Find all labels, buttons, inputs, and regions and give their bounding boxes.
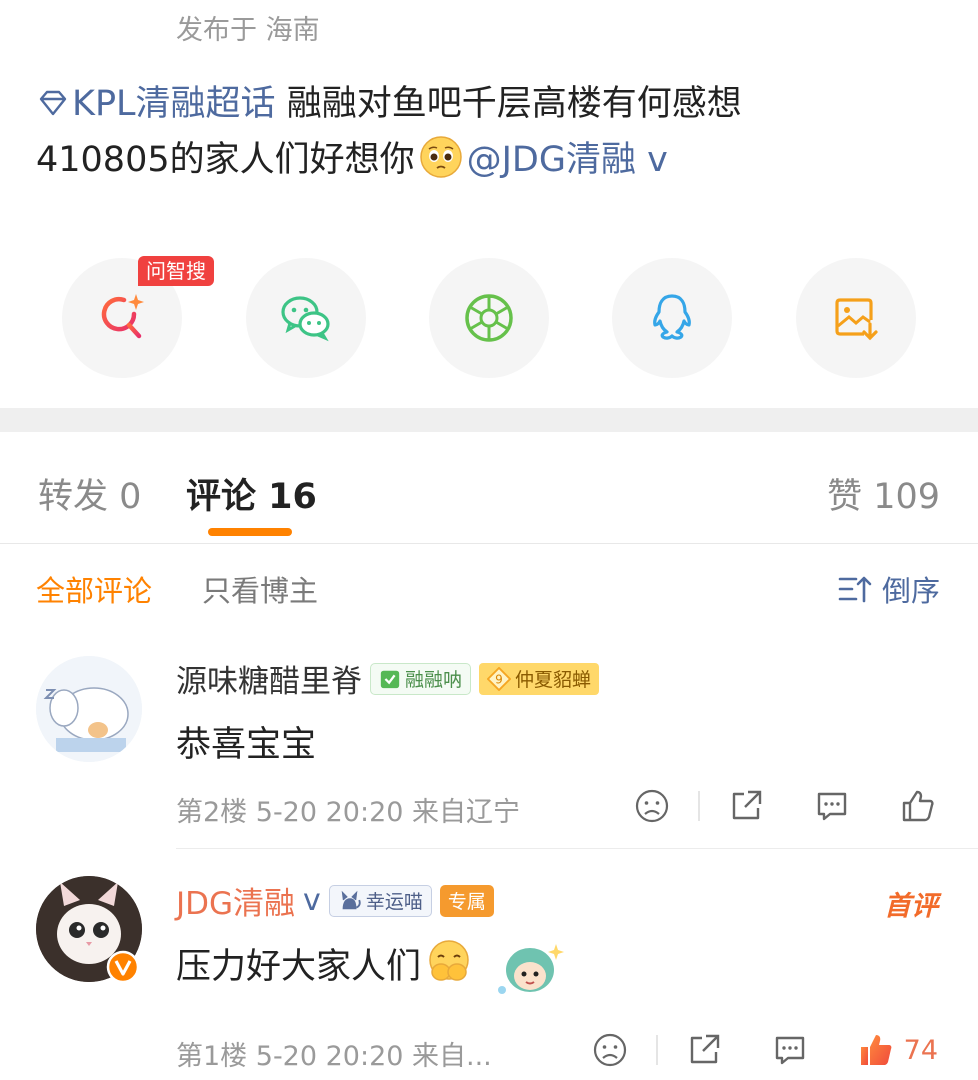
thumbs-up-filled-icon	[860, 1035, 892, 1065]
share-out-icon	[732, 790, 762, 820]
share-row: 问智搜	[62, 256, 916, 378]
reply-button[interactable]	[812, 786, 852, 826]
action-separator	[655, 1035, 658, 1065]
thumbs-up-icon	[902, 790, 934, 822]
sort-label: 倒序	[881, 574, 940, 608]
lucky-cat-badge[interactable]: 幸运喵	[328, 884, 432, 917]
qq-icon	[653, 294, 691, 340]
post-text: KPL清融超话 融融对鱼吧千层高楼有何感想 410805的家人们好想你 @JDG清…	[36, 76, 956, 188]
moments-share-button[interactable]	[429, 258, 549, 378]
comment-text: 恭喜宝宝	[176, 725, 317, 765]
cat-icon	[341, 890, 361, 909]
frown-icon	[593, 1033, 626, 1067]
sticker-decoration-icon	[498, 944, 565, 994]
diamond-icon	[39, 90, 67, 116]
ask-search-badge: 问智搜	[138, 256, 214, 286]
comment-item: JDG清融 v 幸运喵 专属 首评 压力好大家人们 第1楼 5-20 20:20…	[0, 872, 978, 1080]
save-image-icon	[835, 298, 878, 341]
post-location: 发布于 海南	[176, 15, 320, 46]
share-button[interactable]	[726, 786, 766, 826]
save-image-button[interactable]	[796, 258, 916, 378]
mention-text: @JDG清融	[466, 140, 637, 180]
topic-link[interactable]: KPL清融超话	[36, 84, 276, 124]
action-separator	[698, 791, 700, 821]
level-badge[interactable]: 9 仲夏貂蝉	[479, 662, 600, 695]
comment-divider	[176, 848, 978, 849]
comment-bubble-icon	[817, 792, 847, 821]
moments-icon	[465, 294, 513, 342]
first-review-badge: 首评	[884, 891, 938, 922]
mention-verified: v	[647, 140, 668, 180]
section-divider	[0, 408, 978, 432]
like-count: 74	[903, 1034, 938, 1066]
comment-meta: 第2楼 5-20 20:20 来自辽宁	[176, 797, 521, 828]
comment-author-row: 源味糖醋里脊 融融呐 9 仲夏貂蝉	[176, 656, 600, 701]
comment-filters: 全部评论 只看博主 倒序	[0, 560, 978, 620]
comment-bubble-icon	[775, 1036, 804, 1065]
wechat-share-button[interactable]	[246, 258, 366, 378]
pleading-emoji-icon	[419, 136, 462, 178]
lucky-badge-label: 幸运喵	[365, 891, 423, 913]
comment-author[interactable]: JDG清融	[176, 878, 295, 923]
dislike-button[interactable]	[632, 786, 672, 826]
post-text-line2: 410805的家人们好想你	[36, 140, 415, 180]
like-button[interactable]	[856, 1030, 896, 1070]
diamond-level-icon: 9	[487, 666, 512, 691]
fan-badge-label: 融融呐	[405, 669, 463, 691]
dislike-button[interactable]	[590, 1030, 630, 1070]
comment-actions	[632, 786, 938, 826]
mention-link[interactable]: @JDG清融 v	[467, 140, 668, 180]
check-badge-icon	[380, 670, 400, 688]
comment-text-row: 压力好大家人们	[176, 934, 566, 1000]
frown-icon	[635, 789, 669, 823]
sort-toggle[interactable]: 倒序	[838, 568, 940, 610]
active-tab-indicator	[208, 528, 292, 536]
share-button[interactable]	[684, 1030, 724, 1070]
filter-blogger-only[interactable]: 只看博主	[202, 568, 318, 610]
tab-repost[interactable]: 转发 0	[38, 468, 141, 519]
comment-actions: 74	[590, 1030, 938, 1070]
tab-bar: 转发 0 评论 16 赞 109	[0, 432, 978, 544]
tab-comments[interactable]: 评论 16	[186, 468, 317, 519]
reply-button[interactable]	[770, 1030, 810, 1070]
filter-all-comments[interactable]: 全部评论	[36, 568, 152, 610]
author-verified-mark: v	[303, 883, 321, 918]
comment-author[interactable]: 源味糖醋里脊	[176, 656, 362, 701]
level-badge-label: 仲夏貂蝉	[515, 669, 592, 691]
share-out-icon	[690, 1034, 719, 1064]
comment-text: 压力好大家人们	[176, 947, 422, 987]
topic-text: KPL清融超话	[72, 84, 276, 124]
comment-item: 源味糖醋里脊 融融呐 9 仲夏貂蝉 恭喜宝宝 第2楼 5-20 20:20 来自…	[0, 650, 978, 850]
sort-icon	[838, 576, 872, 603]
level-number: 9	[495, 672, 503, 686]
tab-likes[interactable]: 赞 109	[827, 468, 940, 519]
wechat-icon	[281, 296, 330, 342]
ai-search-icon	[101, 294, 144, 339]
qq-share-button[interactable]	[612, 258, 732, 378]
exclusive-badge[interactable]: 专属	[439, 884, 494, 917]
cartoon-dog-avatar-icon	[36, 656, 142, 762]
verified-v-icon	[106, 950, 140, 984]
hiding-face-emoji-icon	[429, 940, 469, 981]
post-text-line1: 融融对鱼吧千层高楼有何感想	[275, 84, 742, 124]
ask-search-button[interactable]: 问智搜	[62, 256, 214, 378]
like-button[interactable]	[898, 786, 938, 826]
comment-author-row: JDG清融 v 幸运喵 专属	[176, 878, 494, 923]
comment-meta: 第1楼 5-20 20:20 来自...	[176, 1041, 492, 1072]
avatar[interactable]	[36, 656, 142, 762]
fan-badge[interactable]: 融融呐	[370, 662, 472, 695]
